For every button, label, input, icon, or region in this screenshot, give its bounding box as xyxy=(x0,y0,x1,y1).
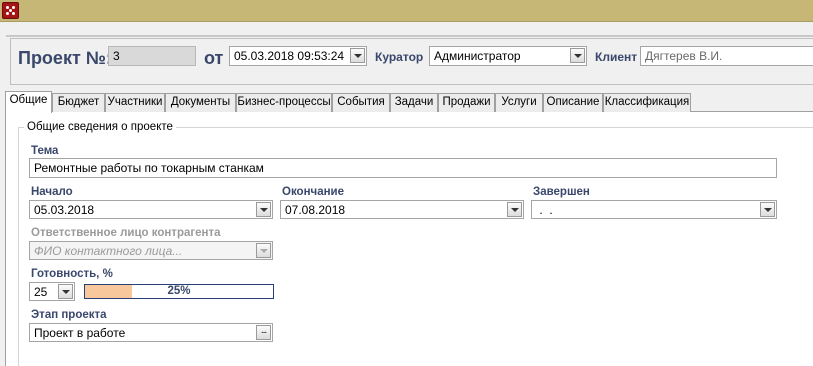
app-logo-icon[interactable] xyxy=(2,2,19,19)
chevron-down-icon[interactable] xyxy=(58,284,73,299)
tab-8[interactable]: Продажи xyxy=(438,93,495,112)
completed-label: Завершен xyxy=(533,186,590,198)
tab-bar: Общие Бюджет Участники Документы Бизнес-проц… xyxy=(5,91,705,113)
title-bar xyxy=(0,0,813,22)
tab-6[interactable]: События xyxy=(332,93,390,112)
project-stage-label: Этап проекта xyxy=(31,309,107,321)
tab-4[interactable]: Документы xyxy=(165,93,236,112)
theme-input[interactable]: Ремонтные работы по токарным станкам xyxy=(29,158,777,178)
tab-3[interactable]: Участники xyxy=(105,93,165,112)
project-number-label: Проект №: xyxy=(18,48,112,68)
completed-date-picker[interactable]: . . xyxy=(531,200,777,219)
progress-text: 25% xyxy=(167,285,191,297)
date-from-label: от xyxy=(204,48,224,68)
tab-11[interactable]: Классификация xyxy=(603,93,691,112)
readiness-value: 25 xyxy=(34,285,48,299)
tab-10[interactable]: Описание xyxy=(543,93,603,112)
client-field[interactable]: Дягтерев В.И. xyxy=(640,46,813,66)
tab-9[interactable]: Услуги xyxy=(495,93,543,112)
readiness-dropdown[interactable]: 25 xyxy=(29,282,75,301)
completed-date-value: . . xyxy=(536,203,553,217)
tab-7[interactable]: Задачи xyxy=(390,93,438,112)
chevron-down-icon[interactable] xyxy=(507,202,522,217)
chevron-down-icon[interactable] xyxy=(256,243,271,258)
contact-person-label: Ответственное лицо контрагента xyxy=(31,227,221,239)
theme-label: Тема xyxy=(31,145,59,157)
project-date-value: 05.03.2018 09:53:24 xyxy=(234,49,345,63)
curator-label: Куратор xyxy=(375,50,424,64)
curator-value: Администратор xyxy=(434,49,521,63)
project-stage-value: Проект в работе xyxy=(34,326,126,340)
end-date-label: Окончание xyxy=(282,186,345,198)
chevron-down-icon[interactable] xyxy=(256,202,271,217)
end-date-picker[interactable]: 07.08.2018 xyxy=(280,200,524,219)
end-date-value: 07.08.2018 xyxy=(285,203,346,217)
client-label: Клиент xyxy=(595,50,638,64)
start-date-picker[interactable]: 05.03.2018 xyxy=(29,200,273,219)
curator-dropdown[interactable]: Администратор xyxy=(429,46,587,66)
group-title: Общие сведения о проекте xyxy=(24,121,176,133)
start-date-label: Начало xyxy=(31,186,73,198)
tab-5[interactable]: Бизнес-процессы xyxy=(236,93,332,112)
project-date-field[interactable]: 05.03.2018 09:53:24 xyxy=(229,46,367,66)
chevron-down-icon[interactable] xyxy=(570,48,585,63)
project-stage-field[interactable]: Проект в работе ... xyxy=(29,323,273,342)
header-divider xyxy=(6,35,813,37)
contact-person-placeholder: ФИО контактного лица... xyxy=(34,244,183,258)
start-date-value: 05.03.2018 xyxy=(34,203,95,217)
chevron-down-icon[interactable] xyxy=(760,202,775,217)
chevron-down-icon[interactable] xyxy=(350,48,365,63)
tab-2[interactable]: Бюджет xyxy=(52,93,105,112)
contact-person-dropdown[interactable]: ФИО контактного лица... xyxy=(29,241,273,260)
tab-1[interactable]: Общие xyxy=(5,91,52,113)
readiness-progress-bar: 25% xyxy=(84,284,274,299)
project-number-field[interactable]: 3 xyxy=(108,46,196,66)
ellipsis-button[interactable]: ... xyxy=(256,325,271,340)
readiness-label: Готовность, % xyxy=(31,268,113,280)
